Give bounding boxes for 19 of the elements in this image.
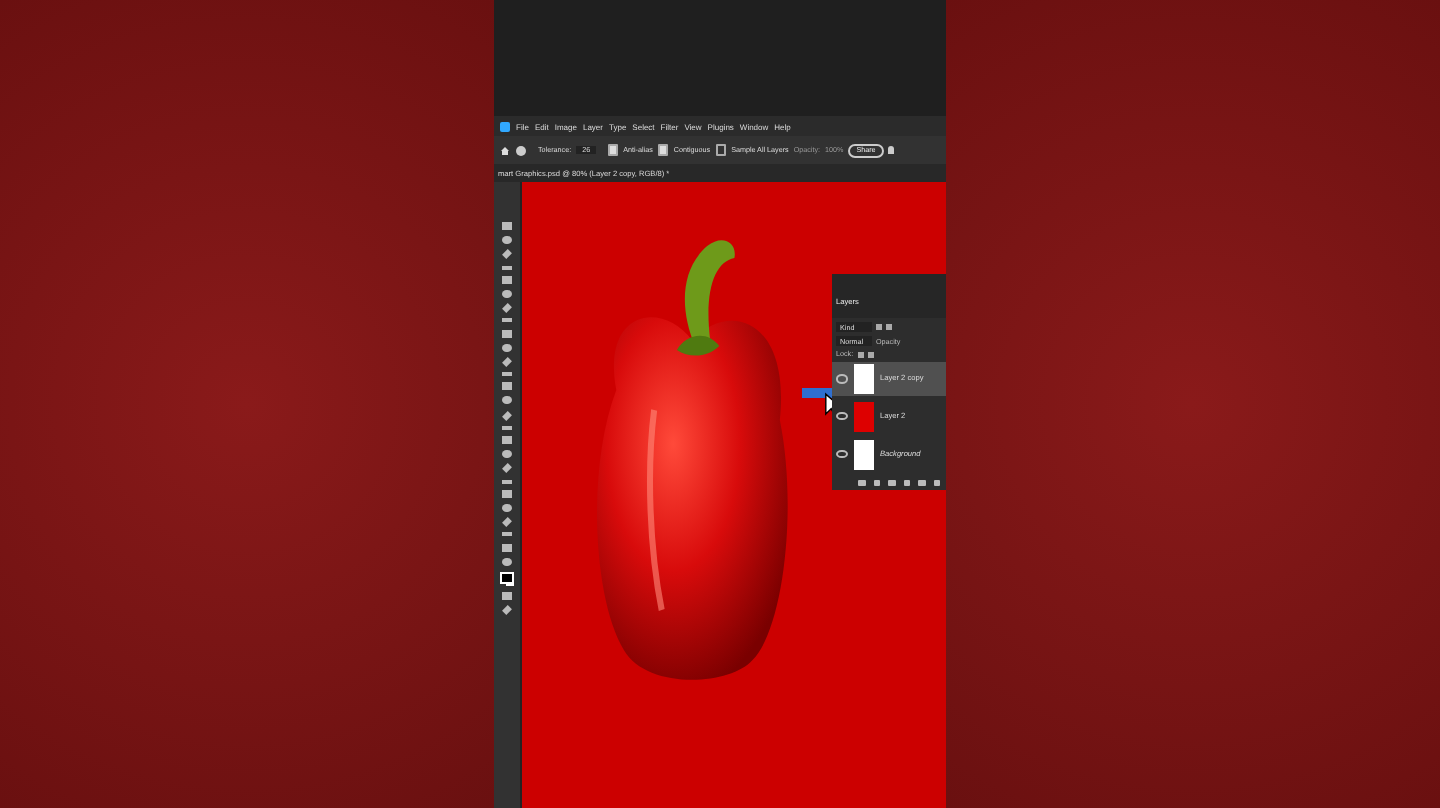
bell-icon[interactable] bbox=[888, 146, 895, 154]
layer-thumbnail bbox=[854, 401, 874, 432]
eye-icon[interactable] bbox=[836, 374, 848, 384]
color-swatches-icon[interactable] bbox=[500, 571, 514, 586]
panel-action-icon[interactable] bbox=[858, 479, 865, 486]
panel-action-icon[interactable] bbox=[918, 479, 925, 486]
panel-action-icon[interactable] bbox=[903, 479, 910, 486]
layer-thumbnail bbox=[854, 439, 874, 470]
anti-alias-checkbox[interactable] bbox=[607, 144, 619, 156]
panel-action-icon[interactable] bbox=[888, 479, 895, 486]
eye-icon[interactable] bbox=[836, 411, 848, 421]
contiguous-checkbox[interactable] bbox=[657, 144, 669, 156]
panel-action-icon[interactable] bbox=[933, 479, 940, 486]
panel-action-icon[interactable] bbox=[873, 479, 880, 486]
app-logo-icon bbox=[500, 121, 510, 131]
eye-icon[interactable] bbox=[836, 449, 848, 459]
layer-thumbnail bbox=[854, 363, 874, 394]
sample-all-checkbox[interactable] bbox=[715, 144, 727, 156]
home-icon[interactable] bbox=[500, 145, 510, 155]
